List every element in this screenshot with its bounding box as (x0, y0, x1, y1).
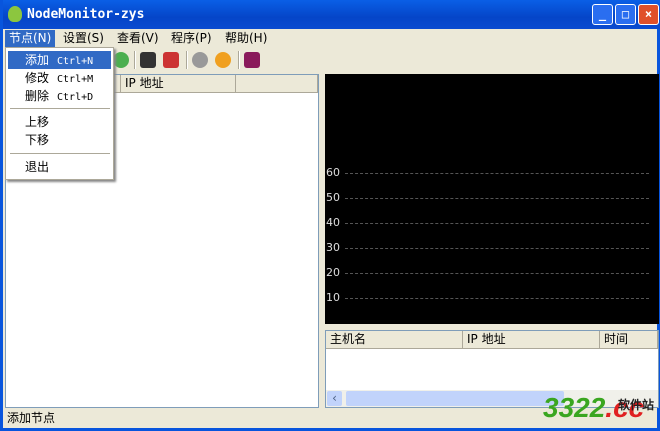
stop-icon[interactable] (192, 52, 208, 68)
close-button[interactable]: × (638, 4, 659, 25)
toolbar-separator (238, 51, 240, 69)
menu-view[interactable]: 查看(V) (113, 30, 163, 47)
maximize-button[interactable]: □ (615, 4, 636, 25)
scroll-thumb[interactable] (346, 391, 564, 406)
title-bar: NodeMonitor-zys _ □ × (3, 0, 660, 29)
gridline (345, 298, 649, 299)
window-title: NodeMonitor-zys (27, 7, 145, 22)
minimize-button[interactable]: _ (592, 4, 613, 25)
menu-item-edit[interactable]: 修改 Ctrl+M (8, 69, 111, 87)
app-icon (8, 6, 22, 22)
y-tick: 40 (326, 216, 340, 229)
menu-item-add[interactable]: 添加 Ctrl+N (8, 51, 111, 69)
menu-item-delete[interactable]: 删除 Ctrl+D (8, 87, 111, 105)
gridline (345, 273, 649, 274)
gridline (345, 223, 649, 224)
menu-node[interactable]: 节点(N) (5, 30, 56, 47)
y-tick: 10 (326, 291, 340, 304)
watermark-number: 3322 (543, 392, 606, 423)
label: 修改 (25, 71, 50, 85)
shortcut: Ctrl+M (57, 74, 94, 85)
gear-icon[interactable] (215, 52, 231, 68)
y-tick: 50 (326, 191, 340, 204)
menu-program[interactable]: 程序(P) (167, 30, 216, 47)
shortcut: Ctrl+N (57, 56, 94, 67)
watermark-site: 软件站 (618, 398, 655, 412)
shortcut: Ctrl+D (57, 92, 94, 103)
menu-settings[interactable]: 设置(S) (59, 30, 108, 47)
latency-chart: 60 50 40 30 20 10 (325, 74, 659, 324)
menu-bar: 节点(N) 设置(S) 查看(V) 程序(P) 帮助(H) (3, 29, 660, 47)
menu-separator (10, 108, 110, 109)
gridline (345, 248, 649, 249)
menu-help[interactable]: 帮助(H) (221, 30, 271, 47)
binoculars-icon[interactable] (140, 52, 156, 68)
status-text: 添加节点 (7, 411, 56, 425)
menu-item-exit[interactable]: 退出 (8, 158, 111, 176)
menu-item-move-up[interactable]: 上移 (8, 113, 111, 131)
y-tick: 30 (326, 241, 340, 254)
help-book-icon[interactable] (244, 52, 260, 68)
label: 删除 (25, 89, 50, 103)
y-tick: 20 (326, 266, 340, 279)
toolbar-separator (134, 51, 136, 69)
column-header-hostname[interactable]: 主机名 (326, 331, 463, 349)
find-remove-icon[interactable] (163, 52, 179, 68)
column-header-ip[interactable]: IP 地址 (121, 75, 236, 93)
toolbar-separator (186, 51, 188, 69)
node-dropdown-menu: 添加 Ctrl+N 修改 Ctrl+M 删除 Ctrl+D 上移 下移 退出 (5, 47, 114, 180)
move-down-icon[interactable] (113, 52, 129, 68)
column-header-ip[interactable]: IP 地址 (463, 331, 600, 349)
label: 添加 (25, 53, 50, 67)
gridline (345, 173, 649, 174)
menu-item-move-down[interactable]: 下移 (8, 131, 111, 149)
app-window: NodeMonitor-zys _ □ × 节点(N) 设置(S) 查看(V) … (0, 0, 660, 431)
menu-separator (10, 153, 110, 154)
gridline (345, 198, 649, 199)
scroll-left-button[interactable]: ‹ (327, 391, 342, 406)
column-header-time[interactable]: 时间 (600, 331, 658, 349)
column-header[interactable] (236, 75, 318, 93)
y-tick: 60 (326, 166, 340, 179)
